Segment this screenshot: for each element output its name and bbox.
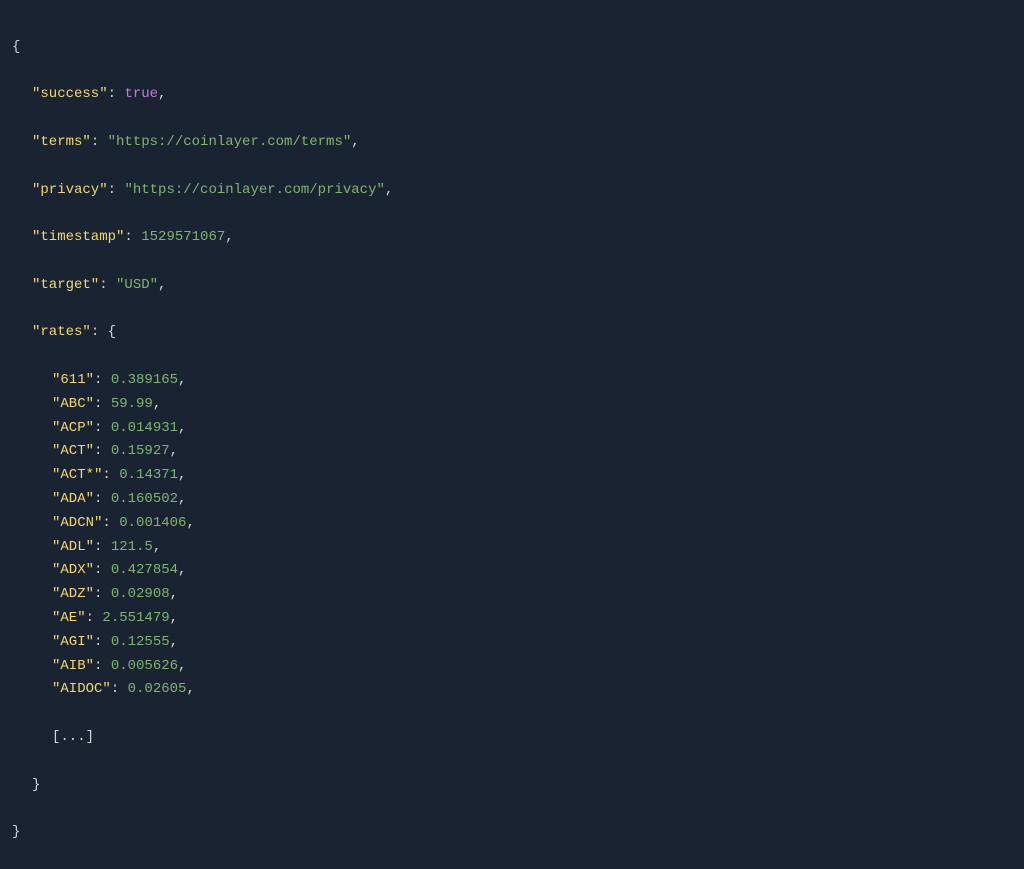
rate-line: "ADCN": 0.001406,: [12, 512, 1012, 536]
rate-line: "AIDOC": 0.02605,: [12, 678, 1012, 702]
rate-value: 121.5: [111, 539, 153, 555]
rate-line: "ADZ": 0.02908,: [12, 583, 1012, 607]
rate-key: "ADCN": [52, 515, 102, 531]
rate-value: 0.427854: [111, 562, 178, 578]
rate-value: 0.005626: [111, 658, 178, 674]
line-rates-close: }: [12, 774, 1012, 798]
line-close-brace: }: [12, 821, 1012, 845]
rate-value: 0.14371: [119, 467, 178, 483]
rate-key: "ADX": [52, 562, 94, 578]
value-privacy: "https://coinlayer.com/privacy": [124, 182, 384, 198]
rate-value: 0.001406: [119, 515, 186, 531]
line-privacy: "privacy": "https://coinlayer.com/privac…: [12, 179, 1012, 203]
value-success: true: [124, 86, 158, 102]
rate-key: "ADL": [52, 539, 94, 555]
key-target: "target": [32, 277, 99, 293]
line-terms: "terms": "https://coinlayer.com/terms",: [12, 131, 1012, 155]
rate-key: "AE": [52, 610, 86, 626]
rate-line: "AE": 2.551479,: [12, 607, 1012, 631]
rate-line: "ACT": 0.15927,: [12, 440, 1012, 464]
key-rates: "rates": [32, 324, 91, 340]
rate-line: "ACP": 0.014931,: [12, 417, 1012, 441]
value-timestamp: 1529571067: [141, 229, 225, 245]
rate-key: "ABC": [52, 396, 94, 412]
rate-line: "ACT*": 0.14371,: [12, 464, 1012, 488]
rate-value: 0.02908: [111, 586, 170, 602]
rate-key: "AIB": [52, 658, 94, 674]
rate-key: "AGI": [52, 634, 94, 650]
rate-line: "ADA": 0.160502,: [12, 488, 1012, 512]
rate-line: "ADL": 121.5,: [12, 536, 1012, 560]
rate-key: "ACP": [52, 420, 94, 436]
key-privacy: "privacy": [32, 182, 108, 198]
line-rates-open: "rates": {: [12, 321, 1012, 345]
rate-key: "ADZ": [52, 586, 94, 602]
key-success: "success": [32, 86, 108, 102]
rate-key: "ADA": [52, 491, 94, 507]
rate-key: "AIDOC": [52, 681, 111, 697]
rate-value: 0.014931: [111, 420, 178, 436]
rate-key: "611": [52, 372, 94, 388]
rate-line: "ADX": 0.427854,: [12, 559, 1012, 583]
key-terms: "terms": [32, 134, 91, 150]
rate-value: 0.02605: [128, 681, 187, 697]
line-ellipsis: [...]: [12, 726, 1012, 750]
line-success: "success": true,: [12, 83, 1012, 107]
rate-line: "ABC": 59.99,: [12, 393, 1012, 417]
value-target: "USD": [116, 277, 158, 293]
value-terms: "https://coinlayer.com/terms": [108, 134, 352, 150]
key-timestamp: "timestamp": [32, 229, 124, 245]
line-open-brace: {: [12, 36, 1012, 60]
line-target: "target": "USD",: [12, 274, 1012, 298]
json-code-block: { "success": true, "terms": "https://coi…: [12, 12, 1012, 869]
rate-line: "AIB": 0.005626,: [12, 655, 1012, 679]
rate-line: "AGI": 0.12555,: [12, 631, 1012, 655]
rate-value: 0.12555: [111, 634, 170, 650]
rate-key: "ACT*": [52, 467, 102, 483]
rate-value: 0.389165: [111, 372, 178, 388]
rate-value: 59.99: [111, 396, 153, 412]
rate-value: 0.15927: [111, 443, 170, 459]
rate-value: 0.160502: [111, 491, 178, 507]
rate-line: "611": 0.389165,: [12, 369, 1012, 393]
rate-key: "ACT": [52, 443, 94, 459]
line-timestamp: "timestamp": 1529571067,: [12, 226, 1012, 250]
rate-value: 2.551479: [102, 610, 169, 626]
ellipsis-text: [...]: [52, 729, 94, 745]
